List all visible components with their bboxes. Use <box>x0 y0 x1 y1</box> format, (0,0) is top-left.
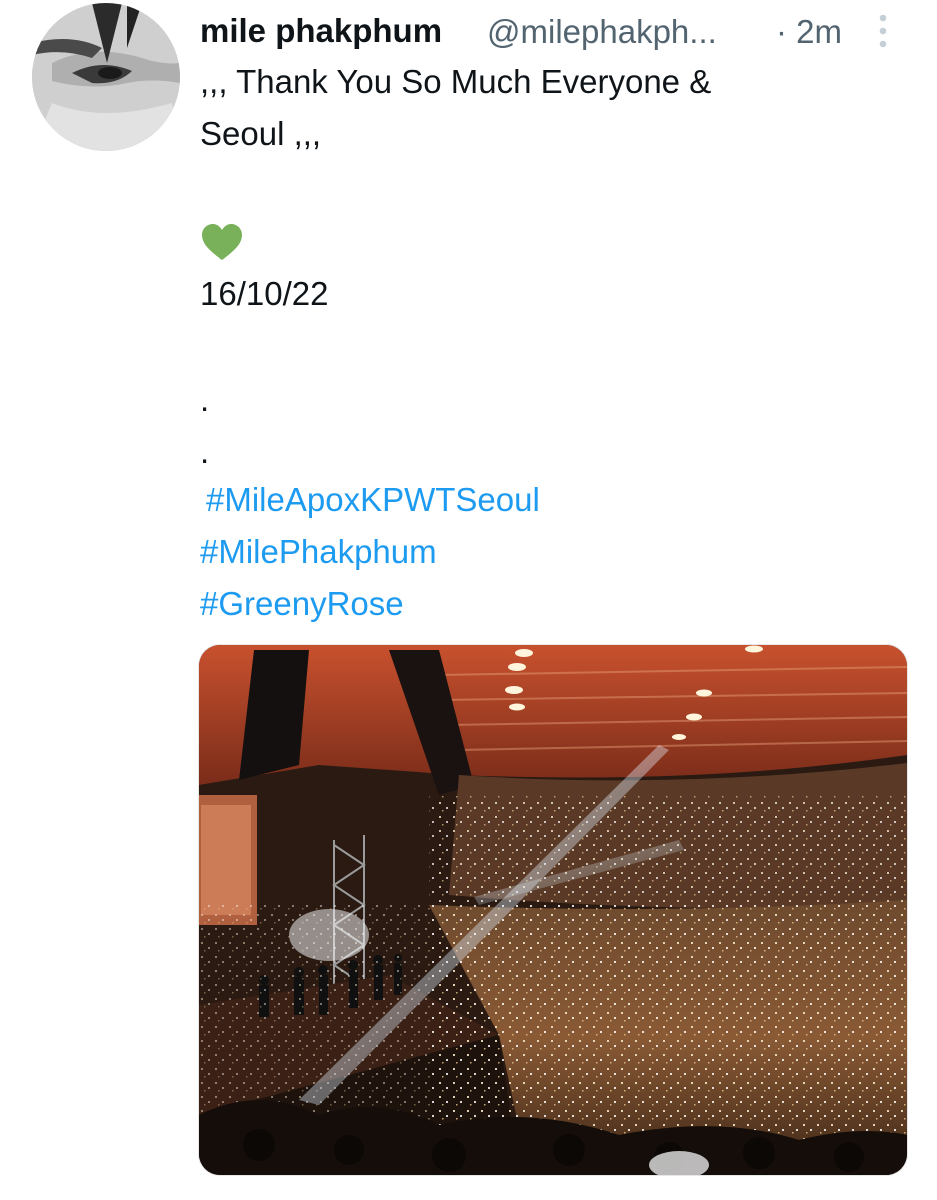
hashtag-link[interactable]: #MilePhakphum <box>200 532 437 572</box>
concert-photo-icon <box>199 645 907 1175</box>
avatar[interactable] <box>32 3 180 151</box>
tweet-text-line-2: Seoul ,,, <box>200 115 322 152</box>
tweet-dot-1: . <box>200 381 210 418</box>
profile-photo-icon <box>32 3 180 151</box>
separator-dot: · <box>776 13 787 50</box>
hashtag-link[interactable]: #GreenyRose <box>200 584 404 624</box>
tweet-date: 16/10/22 <box>200 275 329 312</box>
tweet-header: mile phakphum @milephakph... · 2m <box>200 8 900 58</box>
time-label: 2m <box>796 13 843 50</box>
display-name[interactable]: mile phakphum <box>200 12 442 50</box>
timestamp[interactable]: · 2m <box>776 13 842 51</box>
green-heart-icon <box>202 224 242 260</box>
user-handle[interactable]: @milephakph... <box>487 13 717 51</box>
tweet[interactable]: mile phakphum @milephakph... · 2m ,,, Th… <box>0 0 937 1200</box>
hashtag-link[interactable]: #MileApoxKPWTSeoul <box>206 480 540 520</box>
tweet-text-line-1: ,,, Thank You So Much Everyone & <box>200 63 712 100</box>
tweet-dot-2: . <box>200 433 210 470</box>
tweet-media-photo[interactable] <box>198 644 908 1176</box>
vertical-ellipsis-icon[interactable] <box>876 12 890 50</box>
